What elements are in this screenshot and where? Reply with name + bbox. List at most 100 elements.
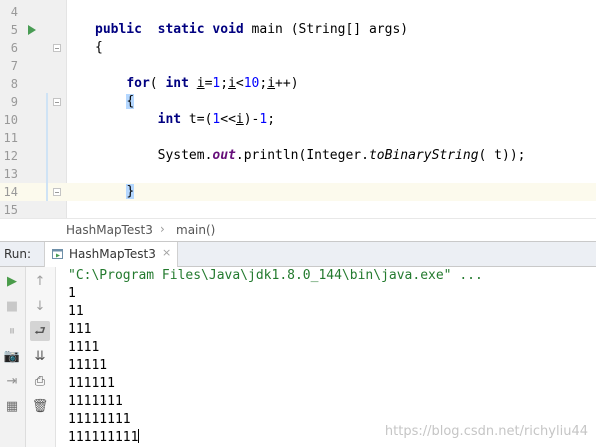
console-output-text: 1111111 xyxy=(68,394,123,409)
code-line[interactable]: 13 xyxy=(0,165,596,183)
code-line[interactable]: 9 { xyxy=(0,93,596,111)
console-output-text: 1 xyxy=(68,286,76,301)
line-number: 13 xyxy=(3,167,18,181)
code-token: int xyxy=(157,112,182,127)
scroll-to-end-icon[interactable]: ⇊ xyxy=(30,346,50,366)
run-tab-label: HashMapTest3 xyxy=(69,247,156,261)
code-line[interactable]: 4 xyxy=(0,3,596,21)
code-line[interactable]: 15 xyxy=(0,201,596,218)
breadcrumb-method[interactable]: main() xyxy=(176,223,215,237)
login-icon[interactable]: ⇥ xyxy=(2,371,22,391)
code-token: 10 xyxy=(243,76,260,91)
run-tab-hashmaptest3[interactable]: HashMapTest3 × xyxy=(44,242,178,267)
code-token: i xyxy=(235,112,244,127)
fold-marker-icon[interactable] xyxy=(53,98,61,106)
camera-icon[interactable]: 📷 xyxy=(2,346,22,366)
run-configuration-icon xyxy=(52,249,63,259)
close-icon[interactable]: × xyxy=(162,246,171,259)
console-output-line: 11 xyxy=(68,303,84,321)
line-number: 8 xyxy=(10,77,18,91)
console-output-line: 111111111 xyxy=(68,429,140,447)
code-token: ( xyxy=(149,76,166,91)
code-line[interactable]: 8 for( int i=1;i<10;i++) xyxy=(0,75,596,93)
line-number: 12 xyxy=(3,149,18,163)
line-number: 7 xyxy=(10,59,18,73)
code-token: .println(Integer. xyxy=(235,148,369,163)
soft-wrap-icon[interactable]: ⮐ xyxy=(30,321,50,341)
console-output-line: 1111111 xyxy=(68,393,123,411)
code-token: { xyxy=(126,94,135,109)
down-arrow-icon[interactable]: ↓ xyxy=(30,296,50,316)
console-command-line: "C:\Program Files\Java\jdk1.8.0_144\bin\… xyxy=(68,268,483,283)
line-number: 10 xyxy=(3,113,18,127)
console-output-line: 111111 xyxy=(68,375,115,393)
run-toolbar-right: ↑ ↓ ⮐ ⇊ ⎙ 🗑 xyxy=(26,267,56,447)
code-token: main (String[] args) xyxy=(243,22,409,37)
vcs-change-marker xyxy=(46,93,48,201)
fold-marker-icon[interactable] xyxy=(53,188,61,196)
console-output-line: 1 xyxy=(68,285,76,303)
run-label: Run: xyxy=(4,247,32,261)
code-token: ; xyxy=(220,76,229,91)
code-token: < xyxy=(235,76,244,91)
code-token: static xyxy=(157,22,205,37)
up-arrow-icon[interactable]: ↑ xyxy=(30,271,50,291)
code-token: out xyxy=(212,148,236,163)
layout-icon[interactable]: ▦ xyxy=(2,396,22,416)
console-output-text: 11111 xyxy=(68,358,108,373)
stop-icon[interactable]: ■ xyxy=(2,296,22,316)
code-line[interactable]: 10 int t=(1<<i)-1; xyxy=(0,111,596,129)
pause-icon[interactable]: ⏸ xyxy=(2,321,22,341)
line-number: 6 xyxy=(10,41,18,55)
run-gutter-icon[interactable] xyxy=(28,25,36,35)
code-line[interactable]: 5 public static void main (String[] args) xyxy=(0,21,596,39)
line-number: 11 xyxy=(3,131,18,145)
line-number: 14 xyxy=(3,185,18,199)
run-tool-window-header: Run: HashMapTest3 × xyxy=(0,241,596,267)
code-token: t=( xyxy=(181,112,213,127)
console-output-line: 11111111 xyxy=(68,411,131,429)
code-token: )- xyxy=(243,112,260,127)
run-toolbar-left: ▶ ■ ⏸ 📷 ⇥ ▦ xyxy=(0,267,26,447)
console-output-text: 111 xyxy=(68,322,92,337)
code-line[interactable]: 7 xyxy=(0,57,596,75)
code-line[interactable]: 14 } xyxy=(0,183,596,201)
code-token: ( t)); xyxy=(478,148,526,163)
code-line[interactable]: 6{ xyxy=(0,39,596,57)
console-output-text: 1111 xyxy=(68,340,100,355)
code-token: toBinaryString xyxy=(368,148,479,163)
line-number: 15 xyxy=(3,203,18,217)
fold-marker-icon[interactable] xyxy=(53,44,61,52)
code-text: { xyxy=(95,39,103,57)
code-token: { xyxy=(95,40,103,55)
code-line[interactable]: 12 System.out.println(Integer.toBinarySt… xyxy=(0,147,596,165)
code-token: int xyxy=(165,76,189,91)
code-token: i xyxy=(228,76,236,91)
watermark: https://blog.csdn.net/richyliu44 xyxy=(384,424,588,439)
trash-icon[interactable]: 🗑 xyxy=(30,396,50,416)
rerun-icon[interactable]: ▶ xyxy=(2,271,22,291)
code-text: System.out.println(Integer.toBinaryStrin… xyxy=(95,147,526,165)
console-output-text: 111111111 xyxy=(68,430,139,445)
breadcrumb-separator: › xyxy=(160,222,165,236)
code-editor[interactable]: 4 5 public static void main (String[] args… xyxy=(0,0,596,218)
console-output-line: 11111 xyxy=(68,357,107,375)
console-output-text: 111111 xyxy=(68,376,115,391)
print-icon[interactable]: ⎙ xyxy=(30,371,50,391)
console-output-text: 11111111 xyxy=(68,412,131,427)
console-output-line: 1111 xyxy=(68,339,99,357)
code-token: void xyxy=(212,22,244,37)
breadcrumb-class[interactable]: HashMapTest3 xyxy=(66,223,153,237)
code-token: << xyxy=(220,112,236,127)
code-token: i xyxy=(267,76,276,91)
code-line[interactable]: 11 xyxy=(0,129,596,147)
code-token: } xyxy=(126,184,135,199)
console-output[interactable]: "C:\Program Files\Java\jdk1.8.0_144\bin\… xyxy=(56,267,596,447)
code-token: ; xyxy=(267,112,276,127)
